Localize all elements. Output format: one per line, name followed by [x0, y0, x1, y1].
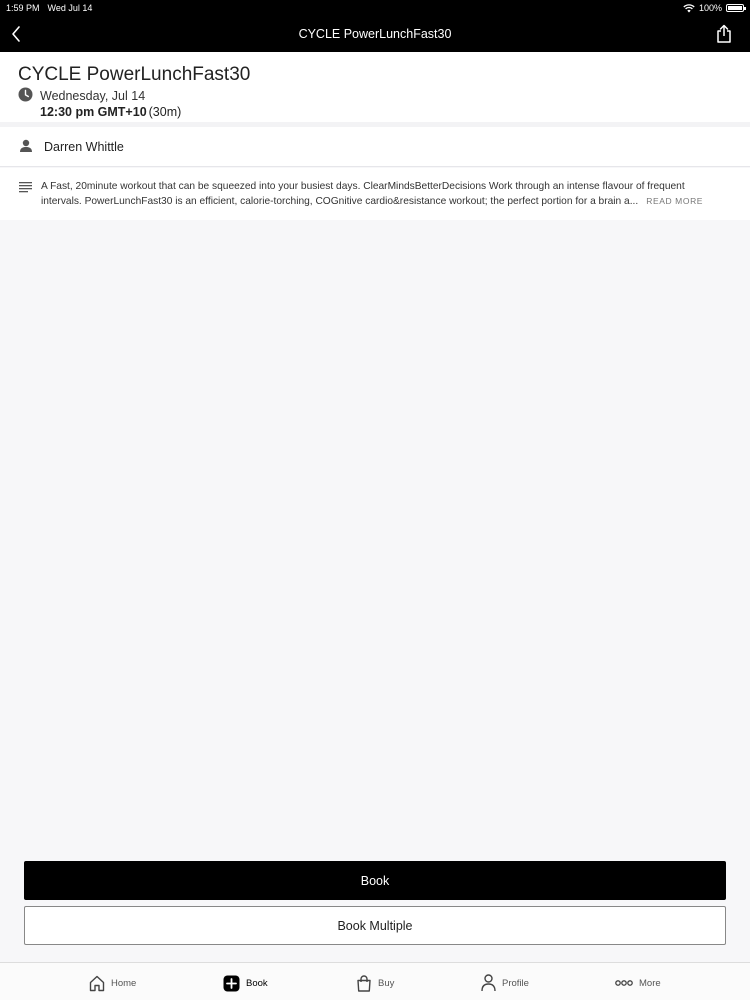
tab-home-label: Home [111, 977, 137, 989]
clock-icon [18, 87, 33, 102]
tab-book-label: Book [246, 977, 268, 989]
tab-buy[interactable]: Buy [356, 973, 394, 993]
book-plus-icon [223, 975, 240, 991]
class-time-row: 12:30 pm GMT+10 (30m) [40, 105, 181, 119]
tab-more-label: More [639, 977, 661, 989]
tab-home[interactable]: Home [89, 973, 136, 993]
instructor-name: Darren Whittle [44, 140, 124, 154]
person-icon [20, 139, 32, 152]
tab-profile[interactable]: Profile [481, 973, 529, 993]
wifi-icon [683, 3, 695, 12]
battery-percent: 100% [698, 3, 722, 13]
chevron-left-icon [12, 26, 20, 42]
class-date: Wednesday, Jul 14 [40, 89, 146, 103]
tab-book[interactable]: Book [223, 973, 268, 993]
tab-bar: Home Book Buy Profile More [0, 962, 750, 1000]
back-button[interactable] [4, 22, 28, 46]
status-time: 1:59 PM [6, 3, 40, 13]
nav-title: CYCLE PowerLunchFast30 [298, 27, 452, 41]
description-line-2-wrap: intervals. PowerLunchFast30 is an effici… [41, 194, 741, 209]
status-date: Wed Jul 14 [47, 3, 93, 13]
person-icon [481, 974, 496, 992]
class-duration: (30m) [148, 105, 182, 119]
tab-profile-label: Profile [502, 977, 529, 989]
status-bar: 1:59 PM Wed Jul 14 100% [0, 0, 750, 16]
share-icon [717, 24, 731, 43]
share-button[interactable] [712, 22, 736, 46]
nav-bar: CYCLE PowerLunchFast30 [0, 16, 750, 52]
battery-icon [726, 4, 746, 12]
shopping-bag-icon [357, 974, 371, 992]
tab-buy-label: Buy [378, 977, 395, 989]
book-button[interactable]: Book [24, 861, 726, 900]
class-title: CYCLE PowerLunchFast30 [18, 64, 251, 85]
class-time: 12:30 pm GMT+10 [40, 105, 147, 119]
more-dots-icon [615, 980, 633, 986]
description-lines-icon [19, 182, 32, 193]
home-icon [89, 975, 105, 991]
description-row: A Fast, 20minute workout that can be squ… [0, 168, 750, 220]
book-multiple-button[interactable]: Book Multiple [24, 906, 726, 945]
instructor-row[interactable]: Darren Whittle [0, 127, 750, 167]
description-line-2: intervals. PowerLunchFast30 is an effici… [41, 196, 639, 207]
status-right: 100% [683, 3, 746, 13]
tab-more[interactable]: More [615, 973, 661, 993]
class-header: CYCLE PowerLunchFast30 Wednesday, Jul 14… [0, 52, 750, 122]
description-text: A Fast, 20minute workout that can be squ… [41, 179, 741, 209]
read-more-link[interactable]: READ MORE [646, 196, 703, 206]
description-line-1: A Fast, 20minute workout that can be squ… [41, 181, 685, 192]
